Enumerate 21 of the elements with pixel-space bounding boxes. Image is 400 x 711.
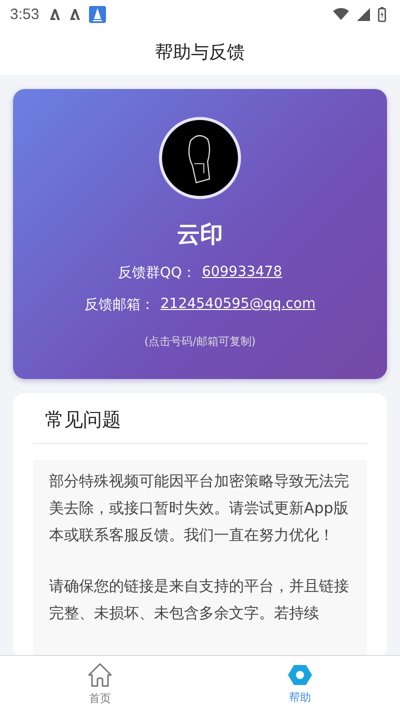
contact-link[interactable]: 609933478 <box>202 264 282 282</box>
tab-item[interactable]: 帮助 <box>200 656 400 711</box>
answer-text: 请确保您的链接是来自支持的平台，并且链接完整、未损坏、未包含多余文字。若持续 <box>49 576 350 624</box>
hexagon-icon <box>288 662 312 686</box>
wifi-icon <box>333 8 349 20</box>
contact-label: 反馈邮箱： <box>84 296 154 314</box>
contact-label: 反馈群QQ： <box>118 264 196 282</box>
copy-hint: (点击号码/邮箱可复制) <box>144 334 256 349</box>
app-icon <box>89 6 106 22</box>
home-icon <box>87 662 113 688</box>
answer-text: 部分特殊视频可能因平台加密策略导致无法完美去除，或接口暂时失效。请尝试更新App版本或联系客服反馈。我们一直在努力优化！ <box>49 471 350 546</box>
signal-icon <box>357 8 370 20</box>
notification-icon <box>69 8 82 20</box>
contact-link[interactable]: 2124540595@qq.com <box>160 296 316 314</box>
section-title: 常见问题 <box>33 407 367 444</box>
notification-icon <box>49 8 62 20</box>
tab-item[interactable]: 首页 <box>0 656 200 711</box>
page-title: 帮助与反馈 <box>155 40 245 64</box>
battery-icon <box>378 6 386 22</box>
status-time: 3:53 <box>10 6 40 22</box>
app-name: 云印 <box>177 221 223 250</box>
